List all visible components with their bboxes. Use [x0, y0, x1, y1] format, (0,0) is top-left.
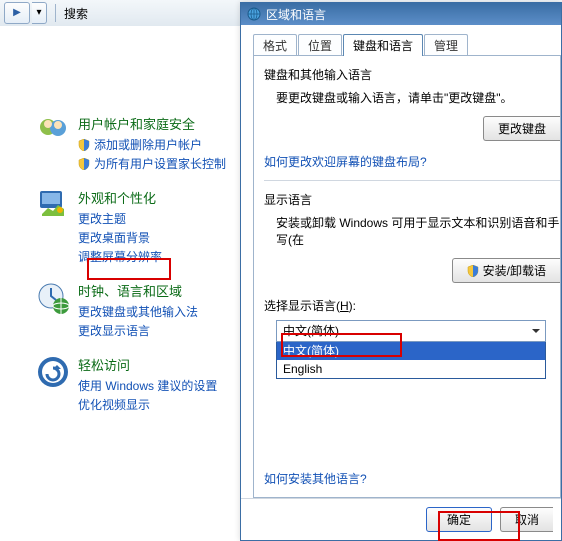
shield-icon — [78, 158, 90, 170]
region-language-dialog: 区域和语言 格式 位置 键盘和语言 管理 键盘和其他输入语言 要更改键盘或输入语… — [240, 2, 562, 541]
category-title[interactable]: 轻松访问 — [78, 355, 232, 374]
tab-formats[interactable]: 格式 — [253, 34, 297, 56]
link-label: 优化视频显示 — [78, 396, 150, 413]
user-accounts-icon — [36, 114, 70, 148]
appearance-icon — [36, 188, 70, 222]
display-language-note: 安装或卸载 Windows 可用于显示文本和识别语音和手写(在 — [276, 214, 560, 248]
link-label: 更改键盘或其他输入法 — [78, 303, 198, 320]
link-optimize-video[interactable]: 优化视频显示 — [78, 396, 232, 413]
change-keyboards-button[interactable]: 更改键盘 — [483, 116, 560, 141]
link-add-remove-user[interactable]: 添加或删除用户帐户 — [78, 136, 232, 153]
link-welcome-screen-layout[interactable]: 如何更改欢迎屏幕的键盘布局? — [264, 155, 427, 169]
link-change-theme[interactable]: 更改主题 — [78, 210, 232, 227]
ease-of-access-icon — [36, 355, 70, 389]
category-title[interactable]: 时钟、语言和区域 — [78, 281, 232, 300]
tab-page-keyboards-languages: 键盘和其他输入语言 要更改键盘或输入语言，请单击"更改键盘"。 更改键盘 如何更… — [253, 55, 561, 498]
annotation-highlight-ok-button — [438, 511, 520, 541]
link-suggested-settings[interactable]: 使用 Windows 建议的设置 — [78, 377, 232, 394]
annotation-highlight-change-display-language — [87, 258, 171, 280]
separator — [264, 180, 560, 181]
chevron-down-icon: ▾ — [36, 8, 41, 18]
link-label: 更改显示语言 — [78, 322, 150, 339]
tab-location[interactable]: 位置 — [298, 34, 342, 56]
link-label: 使用 Windows 建议的设置 — [78, 377, 217, 394]
link-change-keyboard[interactable]: 更改键盘或其他输入法 — [78, 303, 232, 320]
link-label: 添加或删除用户帐户 — [94, 136, 202, 153]
search-label: 搜索 — [64, 5, 88, 22]
toolbar-separator — [55, 4, 56, 22]
keyboard-note: 要更改键盘或输入语言，请单击"更改键盘"。 — [276, 89, 560, 106]
dialog-titlebar[interactable]: 区域和语言 — [241, 3, 561, 25]
dropdown-item-en[interactable]: English — [277, 360, 545, 378]
tab-keyboards-languages[interactable]: 键盘和语言 — [343, 34, 423, 56]
control-panel-left: 用户帐户和家庭安全 添加或删除用户帐户 为所有用户设置家长控制 外观和个性化 更… — [0, 26, 240, 541]
dialog-tabs: 格式 位置 键盘和语言 管理 — [253, 33, 561, 55]
link-parental-controls[interactable]: 为所有用户设置家长控制 — [78, 155, 232, 172]
link-change-display-language[interactable]: 更改显示语言 — [78, 322, 232, 339]
category-ease-of-access: 轻松访问 使用 Windows 建议的设置 优化视频显示 — [0, 349, 240, 423]
link-label: 更改主题 — [78, 210, 126, 227]
annotation-highlight-english-option — [281, 333, 402, 357]
choose-display-language-label: 选择显示语言(H): — [264, 297, 560, 314]
shield-icon — [78, 139, 90, 151]
tab-administrative[interactable]: 管理 — [424, 34, 468, 56]
link-install-other-languages[interactable]: 如何安装其他语言? — [264, 470, 367, 487]
arrow-right-icon: ▶ — [13, 8, 21, 18]
link-change-background[interactable]: 更改桌面背景 — [78, 229, 232, 246]
globe-icon — [247, 7, 261, 21]
button-label: 安装/卸载语 — [483, 264, 546, 278]
link-label: 为所有用户设置家长控制 — [94, 155, 226, 172]
category-user-accounts: 用户帐户和家庭安全 添加或删除用户帐户 为所有用户设置家长控制 — [0, 108, 240, 182]
category-title[interactable]: 用户帐户和家庭安全 — [78, 114, 232, 133]
link-label: 更改桌面背景 — [78, 229, 150, 246]
group-display-language-label: 显示语言 — [264, 191, 560, 208]
category-title[interactable]: 外观和个性化 — [78, 188, 232, 207]
group-keyboard-label: 键盘和其他输入语言 — [264, 66, 560, 83]
clock-language-icon — [36, 281, 70, 315]
forward-menu-button[interactable]: ▾ — [32, 2, 47, 24]
category-clock-language: 时钟、语言和区域 更改键盘或其他输入法 更改显示语言 — [0, 275, 240, 349]
install-uninstall-languages-button[interactable]: 安装/卸载语 — [452, 258, 560, 283]
shield-icon — [467, 265, 479, 277]
forward-button[interactable]: ▶ — [4, 2, 30, 24]
dialog-title: 区域和语言 — [266, 6, 326, 23]
